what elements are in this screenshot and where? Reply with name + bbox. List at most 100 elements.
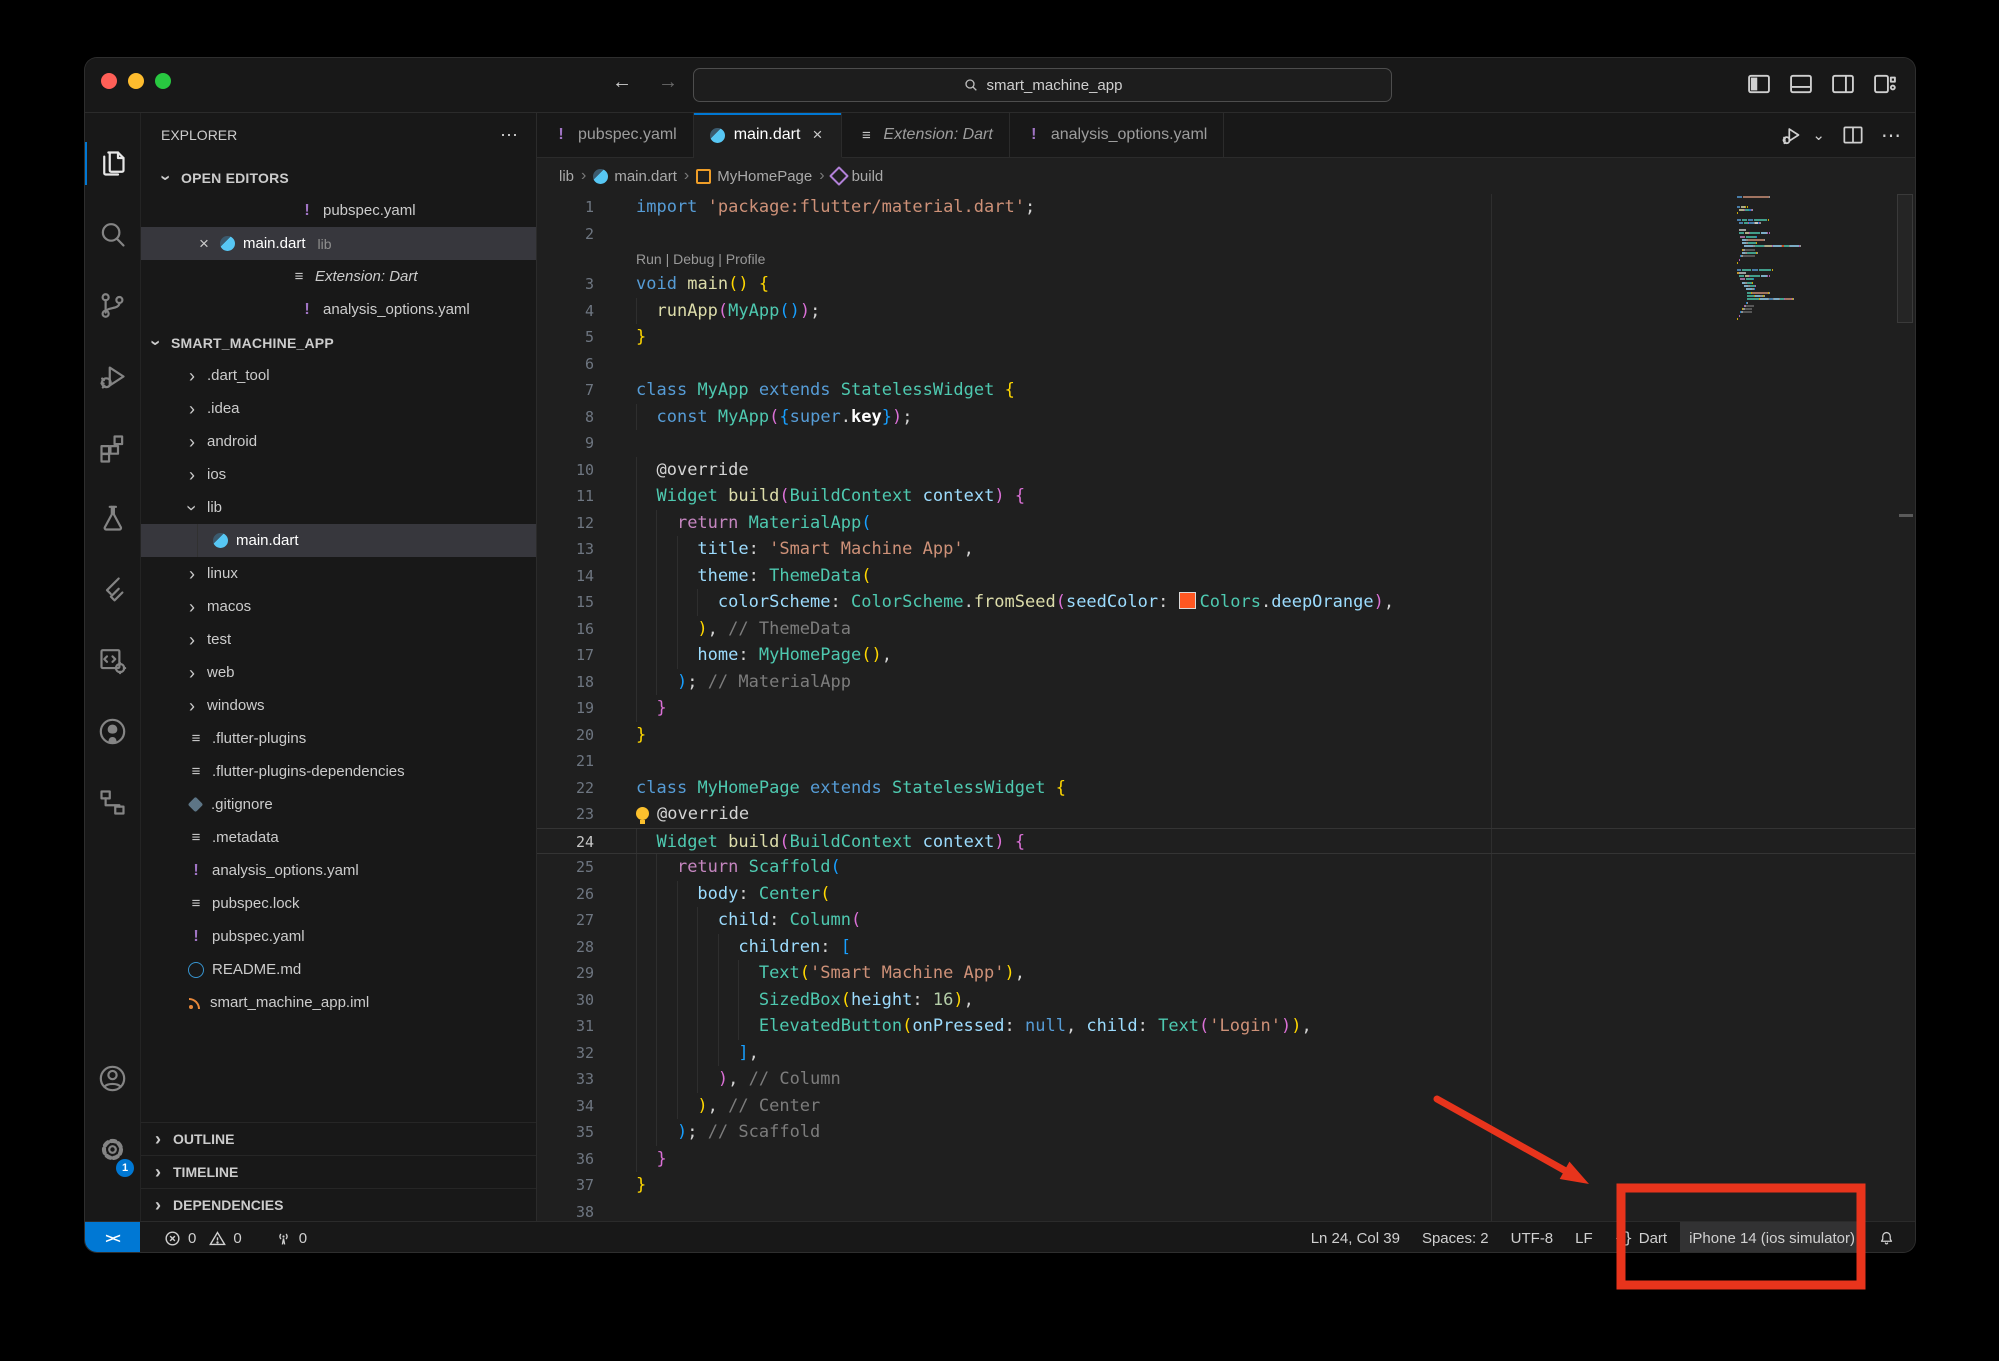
toggle-secondary-sidebar[interactable]: [1829, 70, 1857, 98]
tree-folder-.idea[interactable]: ›.idea: [141, 392, 536, 425]
code-line-27[interactable]: 27 child: Column(: [537, 907, 1915, 934]
scrollbar-thumb[interactable]: [1897, 194, 1913, 323]
code-line-9[interactable]: 9: [537, 430, 1915, 457]
code-line-14[interactable]: 14 theme: ThemeData(: [537, 563, 1915, 590]
breadcrumb-main.dart[interactable]: main.dart: [593, 168, 677, 185]
code-line-16[interactable]: 16 ), // ThemeData: [537, 616, 1915, 643]
code-line-13[interactable]: 13 title: 'Smart Machine App',: [537, 536, 1915, 563]
tree-file-pubspec.yaml[interactable]: !pubspec.yaml: [141, 920, 536, 953]
activity-run-debug[interactable]: [85, 341, 140, 412]
command-center-search[interactable]: smart_machine_app: [693, 68, 1392, 102]
remote-indicator[interactable]: ><: [85, 1222, 140, 1252]
codelens-actions[interactable]: Run | Debug | Profile: [636, 247, 765, 271]
tree-folder-windows[interactable]: ›windows: [141, 689, 536, 722]
open-editor-item[interactable]: ×main.dartlib: [141, 227, 536, 260]
tree-folder-test[interactable]: ›test: [141, 623, 536, 656]
activity-testing[interactable]: [85, 483, 140, 554]
tree-file-.gitignore[interactable]: .gitignore: [141, 788, 536, 821]
tree-folder-android[interactable]: ›android: [141, 425, 536, 458]
toggle-primary-sidebar[interactable]: [1745, 70, 1773, 98]
customize-layout[interactable]: [1871, 70, 1899, 98]
status-lf[interactable]: LF: [1566, 1222, 1602, 1252]
tree-file-.flutter-plugins[interactable]: ≡.flutter-plugins: [141, 722, 536, 755]
activity-settings[interactable]: 1: [85, 1114, 140, 1185]
tab-pubspec-yaml[interactable]: !pubspec.yaml: [537, 113, 694, 157]
code-line-36[interactable]: 36 }: [537, 1146, 1915, 1173]
status-bell[interactable]: [1868, 1222, 1905, 1252]
activity-explorer[interactable]: [85, 128, 140, 199]
status-utf-8[interactable]: UTF-8: [1502, 1222, 1563, 1252]
split-editor[interactable]: [1840, 122, 1866, 148]
minimize-window-button[interactable]: [128, 73, 144, 89]
tree-file-pubspec.lock[interactable]: ≡pubspec.lock: [141, 887, 536, 920]
tab-main-dart[interactable]: main.dart×: [694, 113, 843, 158]
codelens-row[interactable]: Run | Debug | Profile: [537, 247, 1915, 271]
open-editor-item[interactable]: !analysis_options.yaml: [141, 293, 536, 326]
code-line-6[interactable]: 6: [537, 351, 1915, 378]
more-actions[interactable]: ⋯: [1881, 123, 1901, 148]
code-line-20[interactable]: 20}: [537, 722, 1915, 749]
tree-file-README.md[interactable]: README.md: [141, 953, 536, 986]
code-line-2[interactable]: 2: [537, 221, 1915, 248]
activity-devtools[interactable]: [85, 625, 140, 696]
code-line-11[interactable]: 11 Widget build(BuildContext context) {: [537, 483, 1915, 510]
tree-folder-linux[interactable]: ›linux: [141, 557, 536, 590]
breadcrumb-lib[interactable]: lib: [559, 168, 574, 185]
section-outline[interactable]: ›OUTLINE: [141, 1122, 536, 1155]
more-actions-icon[interactable]: ⋯: [500, 125, 518, 146]
close-icon[interactable]: ×: [809, 125, 825, 145]
tree-file-.flutter-plugins-dependencies[interactable]: ≡.flutter-plugins-dependencies: [141, 755, 536, 788]
tree-file-main.dart[interactable]: main.dart: [141, 524, 536, 557]
code-line-32[interactable]: 32 ],: [537, 1040, 1915, 1067]
code-line-7[interactable]: 7class MyApp extends StatelessWidget {: [537, 377, 1915, 404]
open-editor-item[interactable]: !pubspec.yaml: [141, 194, 536, 227]
code-line-19[interactable]: 19 }: [537, 695, 1915, 722]
code-line-4[interactable]: 4 runApp(MyApp());: [537, 298, 1915, 325]
tree-folder-lib[interactable]: ›lib: [141, 491, 536, 524]
close-window-button[interactable]: [101, 73, 117, 89]
tab-analysis-options-yaml[interactable]: !analysis_options.yaml: [1010, 113, 1225, 157]
section-dependencies[interactable]: ›DEPENDENCIES: [141, 1188, 536, 1221]
tree-folder-web[interactable]: ›web: [141, 656, 536, 689]
ports-status[interactable]: 0: [265, 1222, 316, 1252]
code-line-8[interactable]: 8 const MyApp({super.key});: [537, 404, 1915, 431]
code-line-21[interactable]: 21: [537, 748, 1915, 775]
problems-status[interactable]: 0 0: [154, 1222, 251, 1252]
open-editors-header[interactable]: ›OPEN EDITORS: [141, 161, 536, 194]
toggle-panel[interactable]: [1787, 70, 1815, 98]
code-line-10[interactable]: 10 @override: [537, 457, 1915, 484]
activity-source-control[interactable]: [85, 270, 140, 341]
status-ln-24-col-39[interactable]: Ln 24, Col 39: [1302, 1222, 1409, 1252]
code-line-1[interactable]: 1import 'package:flutter/material.dart';: [537, 194, 1915, 221]
code-line-18[interactable]: 18 ); // MaterialApp: [537, 669, 1915, 696]
code-line-17[interactable]: 17 home: MyHomePage(),: [537, 642, 1915, 669]
code-line-37[interactable]: 37}: [537, 1172, 1915, 1199]
status-dart[interactable]: {}Dart: [1606, 1222, 1676, 1252]
breadcrumb-myhomepage[interactable]: MyHomePage: [696, 168, 812, 185]
code-line-35[interactable]: 35 ); // Scaffold: [537, 1119, 1915, 1146]
code-editor[interactable]: 1import 'package:flutter/material.dart';…: [537, 194, 1915, 1221]
tree-folder-.dart_tool[interactable]: ›.dart_tool: [141, 359, 536, 392]
activity-github[interactable]: [85, 696, 140, 767]
code-line-12[interactable]: 12 return MaterialApp(: [537, 510, 1915, 537]
code-line-3[interactable]: 3void main() {: [537, 271, 1915, 298]
run-or-debug[interactable]: [1779, 122, 1805, 148]
code-line-30[interactable]: 30 SizedBox(height: 16),: [537, 987, 1915, 1014]
code-line-25[interactable]: 25 return Scaffold(: [537, 854, 1915, 881]
code-line-5[interactable]: 5}: [537, 324, 1915, 351]
code-line-28[interactable]: 28 children: [: [537, 934, 1915, 961]
activity-hierarchy[interactable]: [85, 767, 140, 838]
zoom-window-button[interactable]: [155, 73, 171, 89]
status-iphone-14-ios-simulator-[interactable]: iPhone 14 (ios simulator): [1680, 1222, 1864, 1252]
forward-arrow-icon[interactable]: →: [656, 71, 680, 94]
minimap[interactable]: [1737, 196, 1850, 325]
code-line-31[interactable]: 31 ElevatedButton(onPressed: null, child…: [537, 1013, 1915, 1040]
project-root-header[interactable]: ›SMART_MACHINE_APP: [141, 326, 536, 359]
code-line-22[interactable]: 22class MyHomePage extends StatelessWidg…: [537, 775, 1915, 802]
code-line-15[interactable]: 15 colorScheme: ColorScheme.fromSeed(see…: [537, 589, 1915, 616]
chevron-down-icon[interactable]: ⌄: [1812, 126, 1825, 144]
tab-extension-dart[interactable]: ≡Extension: Dart: [842, 113, 1009, 157]
open-editor-item[interactable]: ≡Extension: Dart: [141, 260, 536, 293]
section-timeline[interactable]: ›TIMELINE: [141, 1155, 536, 1188]
status-spaces-2[interactable]: Spaces: 2: [1413, 1222, 1498, 1252]
